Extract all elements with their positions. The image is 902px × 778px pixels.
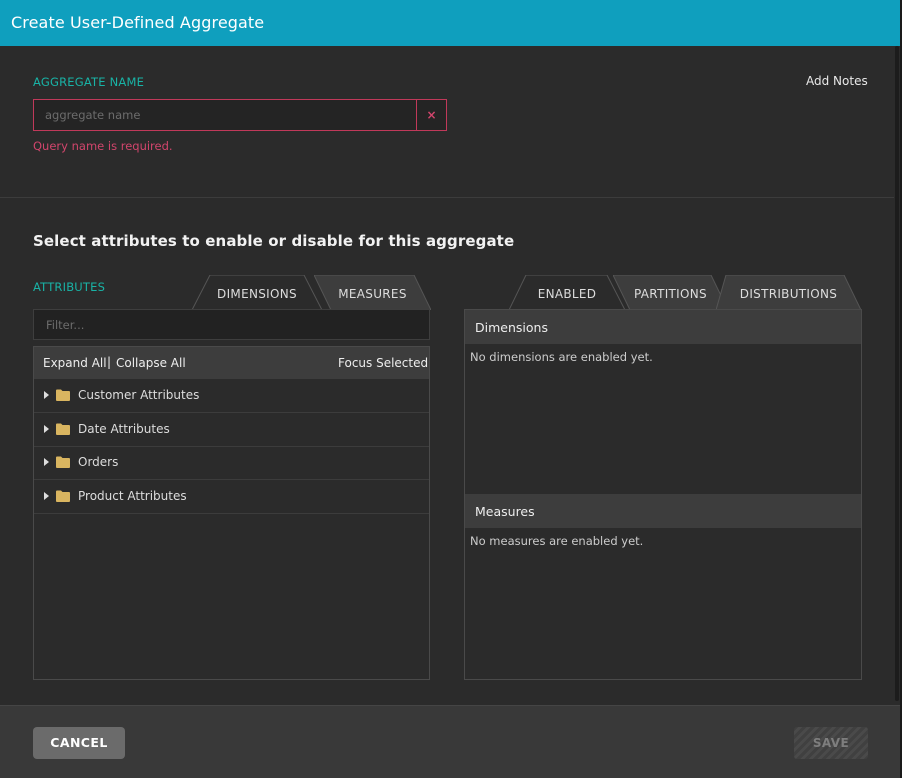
dimensions-header-label: Dimensions <box>475 320 548 335</box>
tab-measures-label: MEASURES <box>338 287 407 301</box>
expand-caret-icon[interactable] <box>44 425 49 433</box>
tab-dimensions-label: DIMENSIONS <box>217 287 297 301</box>
tab-measures[interactable]: MEASURES <box>314 275 431 310</box>
tree-item-orders[interactable]: Orders <box>34 446 429 480</box>
measures-header: Measures <box>465 494 861 528</box>
clear-name-button[interactable]: × <box>417 100 446 130</box>
tab-distributions-label: DISTRIBUTIONS <box>739 287 838 301</box>
tab-enabled-label: ENABLED <box>537 287 597 301</box>
measures-empty-message: No measures are enabled yet. <box>470 534 644 548</box>
tree-item-label: Customer Attributes <box>78 388 200 402</box>
tree-item-label: Product Attributes <box>78 489 187 503</box>
dimensions-empty-message: No dimensions are enabled yet. <box>470 350 653 364</box>
dimensions-header: Dimensions <box>465 310 861 344</box>
expand-caret-icon[interactable] <box>44 458 49 466</box>
tree-item-product-attributes[interactable]: Product Attributes <box>34 480 429 514</box>
tree-item-date-attributes[interactable]: Date Attributes <box>34 413 429 447</box>
expand-all-button[interactable]: Expand All <box>43 356 107 370</box>
tab-partitions[interactable]: PARTITIONS <box>613 275 728 310</box>
attribute-tree-panel: Expand All | Collapse All Focus Selected… <box>33 346 430 680</box>
aggregate-name-field: × <box>33 99 447 131</box>
collapse-all-button[interactable]: Collapse All <box>116 356 186 370</box>
scrollbar-thumb[interactable] <box>895 46 899 701</box>
tree-item-customer-attributes[interactable]: Customer Attributes <box>34 379 429 413</box>
folder-icon <box>56 423 70 435</box>
tree-toolbar: Expand All | Collapse All Focus Selected <box>34 347 429 379</box>
aggregate-name-input[interactable] <box>34 100 417 130</box>
tab-partitions-label: PARTITIONS <box>634 287 707 301</box>
tab-distributions[interactable]: DISTRIBUTIONS <box>716 275 861 310</box>
create-aggregate-dialog: Create User-Defined Aggregate AGGREGATE … <box>0 0 902 778</box>
folder-icon <box>56 389 70 401</box>
dialog-footer: CANCEL SAVE <box>0 705 900 778</box>
dialog-title: Create User-Defined Aggregate <box>11 13 265 32</box>
section-heading: Select attributes to enable or disable f… <box>33 232 515 250</box>
dialog-title-bar: Create User-Defined Aggregate <box>0 0 900 46</box>
enabled-panel: Dimensions No dimensions are enabled yet… <box>464 309 862 680</box>
name-required-error: Query name is required. <box>33 139 173 153</box>
folder-icon <box>56 490 70 502</box>
folder-icon <box>56 456 70 468</box>
tab-enabled[interactable]: ENABLED <box>509 275 625 310</box>
cancel-button[interactable]: CANCEL <box>33 727 125 759</box>
attribute-filter-input[interactable] <box>33 309 430 340</box>
tree-item-label: Orders <box>78 455 119 469</box>
toolbar-separator: | <box>107 355 112 369</box>
expand-caret-icon[interactable] <box>44 391 49 399</box>
attributes-label: ATTRIBUTES <box>33 280 106 294</box>
measures-header-label: Measures <box>475 504 535 519</box>
focus-selected-button[interactable]: Focus Selected <box>338 356 428 370</box>
tree-item-label: Date Attributes <box>78 422 170 436</box>
save-button[interactable]: SAVE <box>794 727 868 759</box>
tab-dimensions[interactable]: DIMENSIONS <box>192 275 322 310</box>
expand-caret-icon[interactable] <box>44 492 49 500</box>
aggregate-name-label: AGGREGATE NAME <box>33 75 145 89</box>
add-notes-link[interactable]: Add Notes <box>806 74 868 88</box>
